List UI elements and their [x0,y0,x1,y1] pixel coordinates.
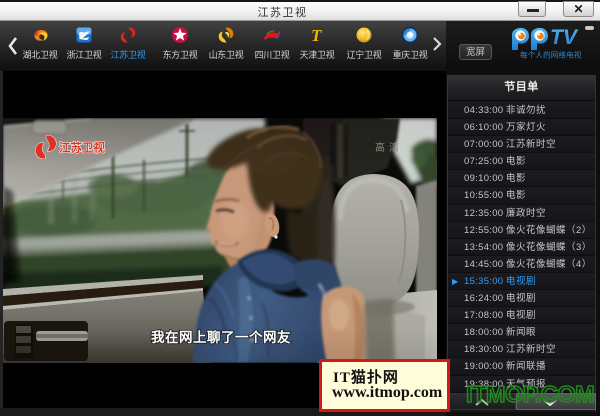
svg-text:高清: 高清 [375,141,403,154]
svg-text:ITMOP.COM: ITMOP.COM [466,381,594,407]
svg-text:T: T [311,26,322,45]
svg-text:每个人的网络电视: 每个人的网络电视 [520,50,582,60]
svg-text:我在网上聊了一个网友: 我在网上聊了一个网友 [151,329,291,345]
svg-text:TV: TV [550,26,579,49]
svg-text:江苏卫视: 江苏卫视 [59,141,105,155]
